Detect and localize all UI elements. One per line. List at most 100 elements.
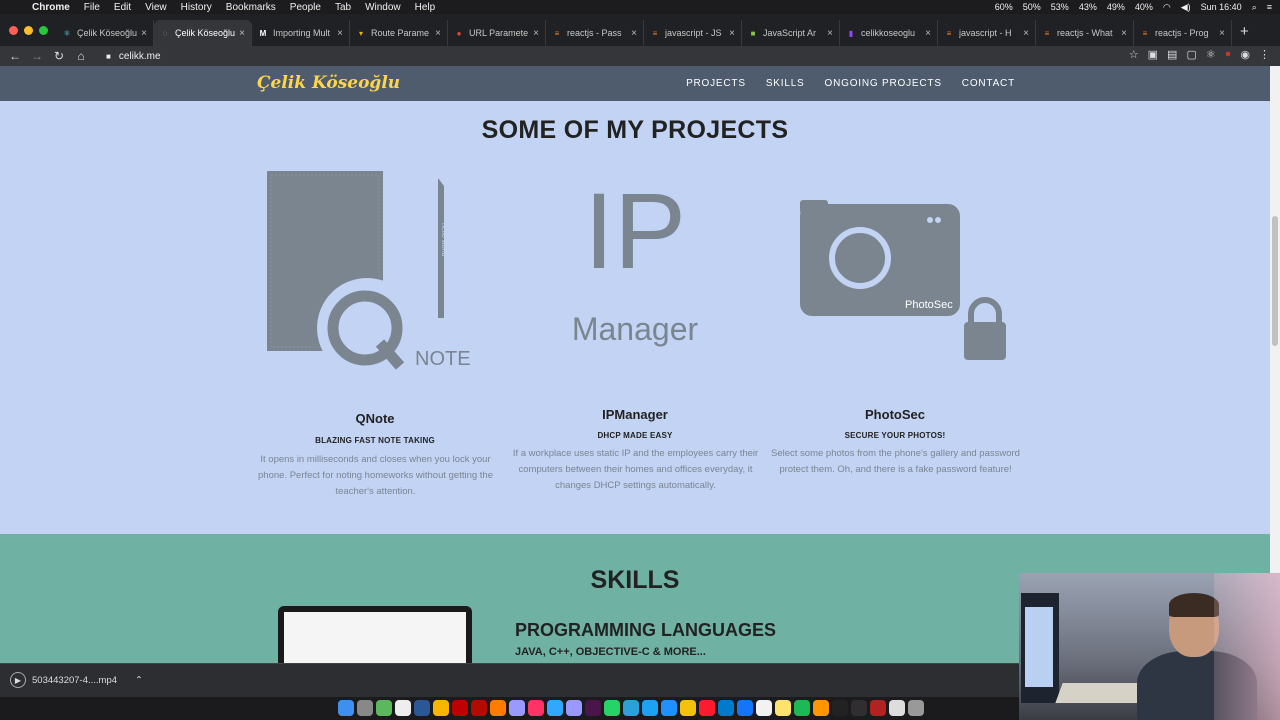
calendar-icon[interactable] [395,700,411,716]
close-icon[interactable]: × [533,28,539,39]
vscode-icon[interactable] [718,700,734,716]
react-devtools-icon[interactable]: ⚛ [1206,48,1216,61]
tab-6[interactable]: ≡ javascript - JS × [644,20,742,46]
finder-icon[interactable] [338,700,354,716]
project-name-ipmanager[interactable]: IPManager [505,407,765,422]
spotlight-icon[interactable]: ⌕ [1252,2,1257,13]
photoshop-icon[interactable] [547,700,563,716]
terminal-icon[interactable] [832,700,848,716]
close-icon[interactable]: × [1219,28,1225,39]
tab-9[interactable]: ≡ javascript - H × [938,20,1036,46]
extension-icon[interactable]: ▤ [1167,48,1177,61]
address-url[interactable]: celikk.me [119,51,161,62]
word-icon[interactable] [414,700,430,716]
nav-skills[interactable]: SKILLS [766,78,805,89]
download-item[interactable]: ▶ 503443207-4....mp4 ⌃ [10,672,143,688]
close-icon[interactable]: × [337,28,343,39]
menu-dots-icon[interactable]: ⋮ [1259,48,1270,61]
close-window-button[interactable] [9,26,18,35]
close-icon[interactable]: × [827,28,833,39]
close-icon[interactable]: × [729,28,735,39]
menu-help[interactable]: Help [415,2,436,13]
after-effects-icon[interactable] [509,700,525,716]
menu-tab[interactable]: Tab [335,2,351,13]
volume-icon[interactable]: ◀) [1181,2,1191,13]
extension-icon[interactable]: ▢ [1186,48,1196,61]
tab-11[interactable]: ≡ reactjs - Prog × [1134,20,1232,46]
menu-list-icon[interactable]: ≡ [1267,2,1272,12]
tab-4[interactable]: ● URL Paramete × [448,20,546,46]
opera-icon[interactable] [699,700,715,716]
zoom-window-button[interactable] [39,26,48,35]
minimize-window-button[interactable] [24,26,33,35]
project-name-qnote[interactable]: QNote [245,411,505,426]
back-button[interactable]: ← [4,49,26,63]
project-name-photosec[interactable]: PhotoSec [765,407,1025,422]
close-icon[interactable]: × [141,28,147,39]
extension-icon[interactable]: ▣ [1148,48,1158,61]
ipmanager-logo-image[interactable]: IP Manager [540,166,730,356]
tab-2[interactable]: M Importing Mult × [252,20,350,46]
ublock-icon[interactable]: ● [1225,48,1232,61]
close-icon[interactable]: × [925,28,931,39]
site-logo[interactable]: Çelik Köseoğlu [257,73,400,93]
obs-icon[interactable] [851,700,867,716]
android-studio-icon[interactable] [376,700,392,716]
chrome-icon[interactable] [680,700,696,716]
trash-icon[interactable] [908,700,924,716]
notes-icon[interactable] [775,700,791,716]
close-icon[interactable]: × [435,28,441,39]
menu-history[interactable]: History [181,2,212,13]
sketch-icon[interactable] [433,700,449,716]
twitter-icon[interactable] [642,700,658,716]
menu-app-name[interactable]: Chrome [32,2,70,13]
acrobat-icon[interactable] [471,700,487,716]
photosec-logo-image[interactable]: PhotoSec [795,194,1015,364]
tab-3[interactable]: ▾ Route Parame × [350,20,448,46]
filezilla-icon[interactable] [452,700,468,716]
nav-projects[interactable]: PROJECTS [686,78,746,89]
menu-window[interactable]: Window [365,2,401,13]
downloads-icon[interactable] [870,700,886,716]
tab-10[interactable]: ≡ reactjs - What × [1036,20,1134,46]
tab-8[interactable]: ▮ celikkoseoglu × [840,20,938,46]
chevron-up-icon[interactable]: ⌃ [135,675,143,686]
tab-7[interactable]: ■ JavaScript Ar × [742,20,840,46]
scrollbar-thumb[interactable] [1272,216,1278,346]
telegram-icon[interactable] [623,700,639,716]
menu-people[interactable]: People [290,2,321,13]
menu-bookmarks[interactable]: Bookmarks [226,2,276,13]
close-icon[interactable]: × [239,28,245,39]
photos-icon[interactable] [813,700,829,716]
menu-edit[interactable]: Edit [114,2,131,13]
reload-button[interactable]: ↻ [48,49,70,63]
close-icon[interactable]: × [631,28,637,39]
whatsapp-icon[interactable] [604,700,620,716]
close-icon[interactable]: × [1023,28,1029,39]
wifi-icon[interactable]: ◠ [1163,2,1171,13]
slack-icon[interactable] [585,700,601,716]
qnote-logo-image[interactable]: hello world NOTE [262,168,477,373]
clock[interactable]: Sun 16:40 [1201,2,1242,12]
illustrator-icon[interactable] [490,700,506,716]
launchpad-icon[interactable] [357,700,373,716]
home-button[interactable]: ⌂ [70,49,92,63]
nav-ongoing-projects[interactable]: ONGOING PROJECTS [825,78,942,89]
menu-view[interactable]: View [145,2,167,13]
xcode-icon[interactable] [737,700,753,716]
calendar-app-icon[interactable] [756,700,772,716]
tab-5[interactable]: ≡ reactjs - Pass × [546,20,644,46]
tab-1[interactable]: ◌ Çelik Köseoğlu × [154,20,252,46]
indesign-icon[interactable] [528,700,544,716]
folder-icon[interactable] [889,700,905,716]
safari-icon[interactable] [661,700,677,716]
spotify-icon[interactable] [794,700,810,716]
menu-file[interactable]: File [84,2,100,13]
tab-0[interactable]: ⚛ Çelik Köseoğlu × [56,20,154,46]
nav-contact[interactable]: CONTACT [962,78,1015,89]
close-icon[interactable]: × [1121,28,1127,39]
profile-avatar[interactable]: ◉ [1240,48,1250,61]
address-bar[interactable]: ■ celikk.me [106,51,161,62]
forward-button[interactable]: → [26,49,48,63]
bookmark-star-icon[interactable]: ☆ [1129,48,1139,61]
